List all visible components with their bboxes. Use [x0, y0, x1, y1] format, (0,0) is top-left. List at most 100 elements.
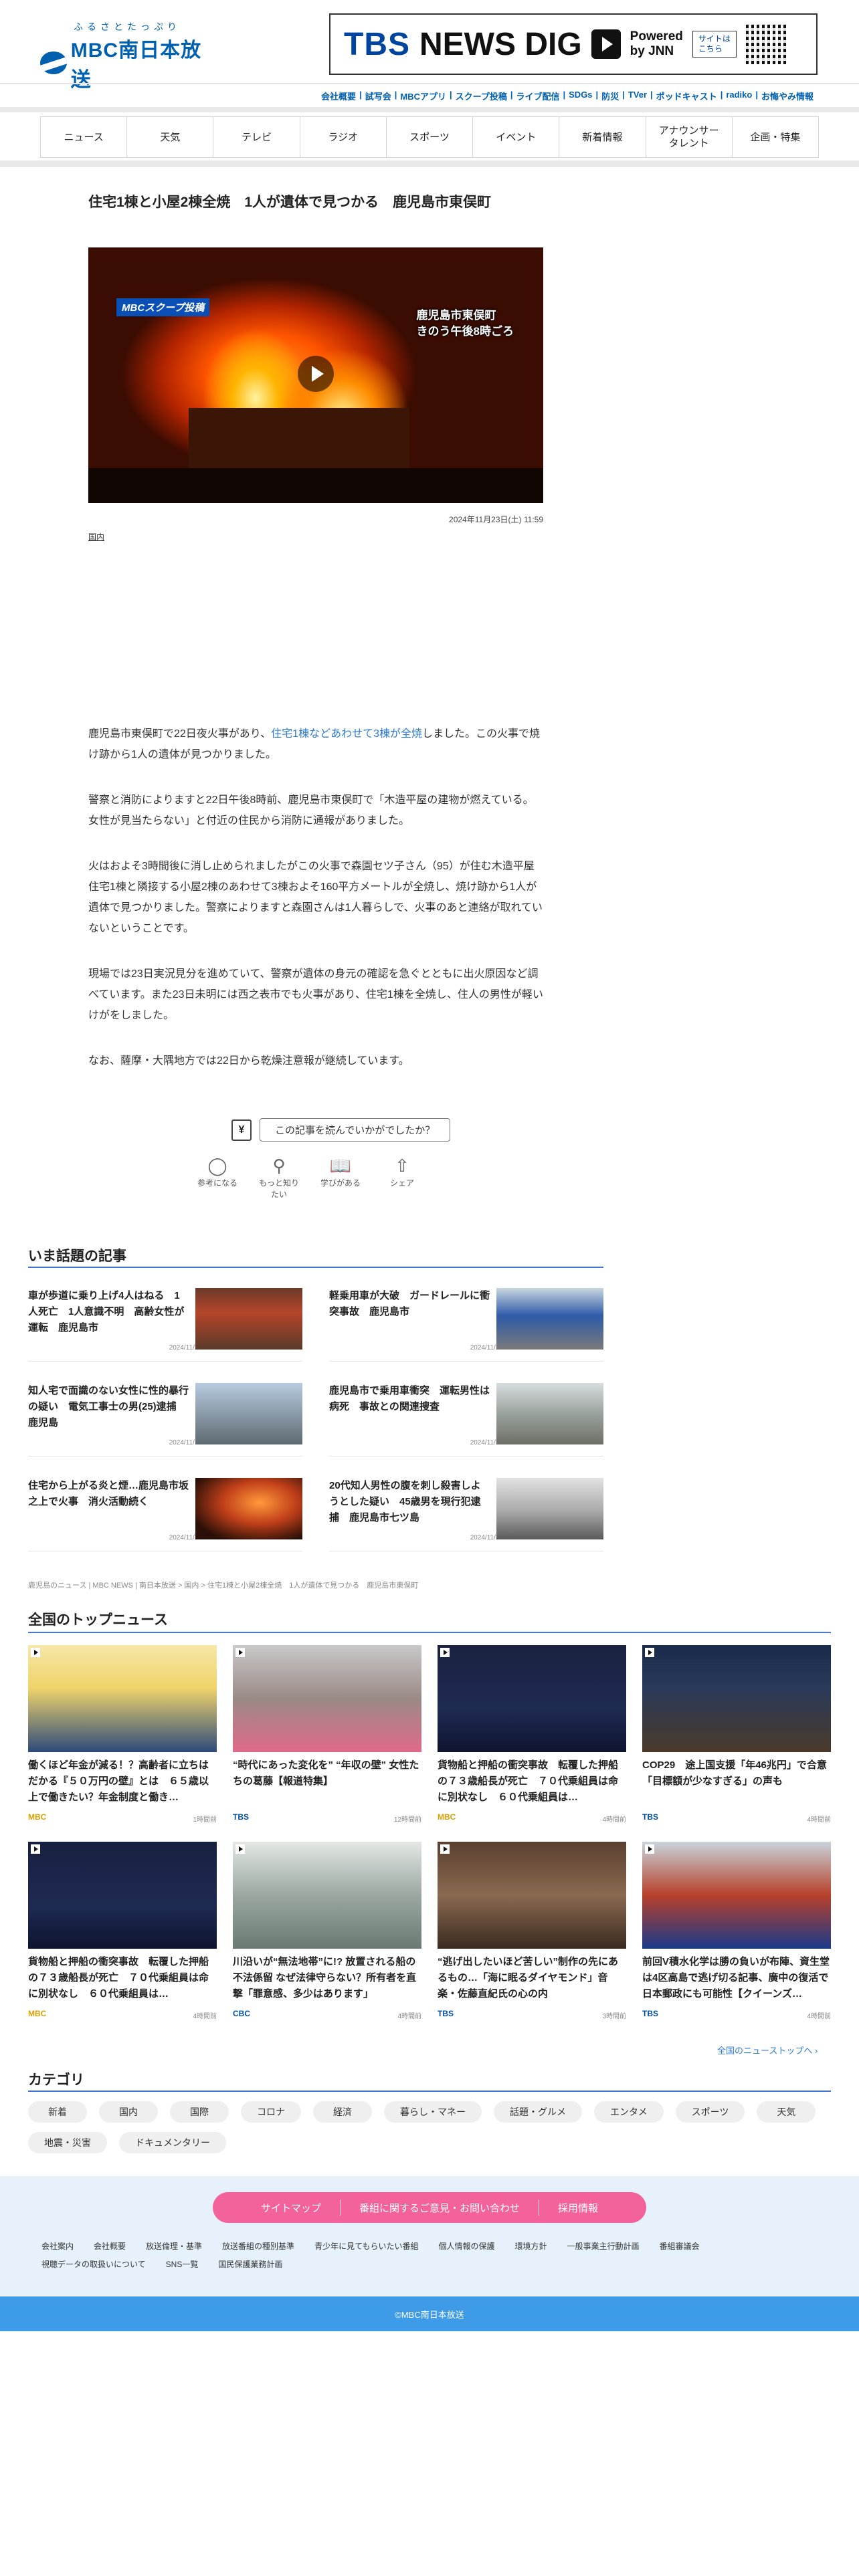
more-national-news-link[interactable]: 全国のニューストップへ › — [717, 2044, 818, 2056]
nav-item[interactable]: 新着情報 — [559, 117, 646, 157]
footer-link[interactable]: 会社概要 — [94, 2240, 126, 2252]
footer-link[interactable]: 番組審議会 — [660, 2240, 700, 2252]
trending-item-date: 2024/11/22 — [470, 1534, 503, 1541]
divider — [0, 107, 859, 112]
footer-link[interactable]: 会社案内 — [41, 2240, 74, 2252]
category-chip[interactable]: エンタメ — [594, 2101, 664, 2123]
category-chip[interactable]: 地震・災害 — [28, 2132, 107, 2153]
news-card[interactable]: 川沿いが“無法地帯”に!? 放置される船の不法係留 なぜ法律守らない？所有者を直… — [233, 1842, 421, 2033]
footer-link[interactable]: 放送倫理・基準 — [146, 2240, 202, 2252]
separator: | — [510, 90, 513, 100]
tbs-news-dig-banner[interactable]: TBS NEWS DIG Powered by JNN サイトは こちら — [329, 13, 818, 75]
sitemap-link[interactable]: サイトマップ — [261, 2201, 321, 2215]
reaction-helpful[interactable]: ◯ 参考になる — [194, 1154, 241, 1200]
paragraph: 現場では23日実況見分を進めていて、警察が遺体の身元の確認を急ぐとともに出火原因… — [88, 968, 543, 1021]
open-book-icon: 📖 — [329, 1156, 352, 1176]
trending-item[interactable]: 軽乗用車が大破 ガードレールに衝突事故 鹿児島市 2024/11/23 — [329, 1281, 603, 1362]
top-link[interactable]: 試写会 — [365, 90, 391, 102]
recruit-link[interactable]: 採用情報 — [558, 2201, 598, 2215]
footer-link[interactable]: 個人情報の保護 — [438, 2240, 494, 2252]
video-location-caption: 鹿児島市東俣町 きのう午後8時ごろ — [416, 309, 514, 338]
category-chip[interactable]: コロナ — [241, 2101, 301, 2123]
reaction-learn[interactable]: 📖 学びがある — [317, 1154, 364, 1200]
footer-link[interactable]: 国民保護業務計画 — [218, 2258, 282, 2270]
news-card[interactable]: 働くほど年金が減る！？高齢者に立ちはだかる『５０万円の壁』とは ６５歳以上で働き… — [28, 1645, 217, 1836]
category-chip[interactable]: 新着 — [28, 2101, 87, 2123]
trending-item-date: 2024/11/21 — [169, 1534, 202, 1541]
top-link[interactable]: SDGs — [569, 90, 592, 102]
feedback: ¥ この記事を読んでいかがでしたか？ — [231, 1118, 451, 1142]
category-chip[interactable]: 経済 — [313, 2101, 372, 2123]
top-link[interactable]: ライブ配信 — [516, 90, 559, 102]
divider — [28, 2090, 831, 2092]
nav-item[interactable]: 天気 — [127, 117, 214, 157]
top-link[interactable]: MBCアプリ — [400, 90, 446, 102]
category-chip[interactable]: 国際 — [170, 2101, 229, 2123]
trending-item-title: 車が歩道に乗り上げ4人はねる 1人死亡 1人意識不明 高齢女性が運転 鹿児島市 — [28, 1290, 185, 1333]
footer-link[interactable]: SNS一覧 — [166, 2258, 199, 2270]
news-card[interactable]: COP29 途上国支援「年46兆円」で合意 「目標額が少なすぎる」の声も TBS… — [642, 1645, 831, 1836]
nav-item[interactable]: 企画・特集 — [733, 117, 818, 157]
separator: | — [622, 90, 625, 100]
inline-link[interactable]: 住宅1棟などあわせて3棟が全焼 — [271, 728, 422, 740]
top-link[interactable]: 会社概要 — [321, 90, 356, 102]
top-link[interactable]: お悔やみ情報 — [761, 90, 814, 102]
divider — [28, 1632, 831, 1633]
footer-link[interactable]: 視聴データの取扱いについて — [41, 2258, 146, 2270]
top-link[interactable]: 防災 — [601, 90, 619, 102]
top-link[interactable]: ポッドキャスト — [656, 90, 717, 102]
video-play-icon[interactable] — [298, 356, 334, 392]
contact-link[interactable]: 番組に関するご意見・お問い合わせ — [359, 2201, 520, 2215]
category-chip[interactable]: 天気 — [757, 2101, 816, 2123]
nav-item[interactable]: ニュース — [41, 117, 128, 157]
trending-item[interactable]: 知人宅で面識のない女性に性的暴行の疑い 電気工事士の男(25)逮捕 鹿児島 20… — [28, 1376, 302, 1457]
trending-item[interactable]: 鹿児島市で乗用車衝突 運転男性は病死 事故との関連捜査 2024/11/21 — [329, 1376, 603, 1457]
nav-item[interactable]: アナウンサー タレント — [646, 117, 733, 157]
footer-link[interactable]: 放送番組の種別基準 — [222, 2240, 294, 2252]
nav-item[interactable]: イベント — [473, 117, 560, 157]
paragraph: 鹿児島市東俣町で22日夜火事があり、住宅1棟などあわせて3棟が全焼しました。この… — [88, 724, 543, 765]
nav-item[interactable]: テレビ — [213, 117, 300, 157]
news-source: TBS — [233, 1812, 249, 1822]
news-card[interactable]: 貨物船と押船の衝突事故 転覆した押船の７３歳船長が死亡 ７０代乗組員は命に別状な… — [28, 1842, 217, 2033]
news-title: “時代にあった変化を” “年収の壁” 女性たちの葛藤【報道特集】 — [233, 1759, 419, 1787]
news-card[interactable]: “逃げ出したいほど苦しい”制作の先にあるもの…「海に眠るダイヤモンド」音楽・佐藤… — [438, 1842, 626, 2033]
news-thumbnail — [642, 1645, 831, 1752]
article-date: 2024年11月23日(土) 11:59 — [449, 515, 543, 524]
top-link[interactable]: radiko — [726, 90, 752, 102]
category-chip[interactable]: スポーツ — [675, 2101, 745, 2123]
top-link[interactable]: TVer — [628, 90, 647, 102]
mbc-logo-mark-icon — [40, 51, 67, 74]
article-video[interactable]: MBCスクープ投稿 鹿児島市東俣町 きのう午後8時ごろ — [88, 247, 543, 503]
category-chip[interactable]: 暮らし・マネー — [384, 2101, 482, 2123]
copyright: ©MBC南日本放送 — [0, 2296, 859, 2331]
news-thumbnail — [642, 1842, 831, 1949]
nav-item[interactable]: ラジオ — [300, 117, 387, 157]
news-card[interactable]: 貨物船と押船の衝突事故 転覆した押船の７３歳船長が死亡 ７０代乗組員は命に別状な… — [438, 1645, 626, 1836]
reactions: ◯ 参考になる ⚲ もっと知りたい 📖 学びがある ⇧ シェア — [194, 1154, 425, 1200]
reaction-share[interactable]: ⇧ シェア — [379, 1154, 425, 1200]
site-logo[interactable]: ふるさとたっぷり MBC南日本放送 — [40, 20, 214, 91]
nav-item[interactable]: スポーツ — [387, 117, 474, 157]
trending-item[interactable]: 車が歩道に乗り上げ4人はねる 1人死亡 1人意識不明 高齢女性が運転 鹿児島市 … — [28, 1281, 302, 1362]
category-chip[interactable]: 国内 — [99, 2101, 158, 2123]
trending-item[interactable]: 住宅から上がる炎と煙…鹿児島市坂之上で火事 消火活動続く 2024/11/21 — [28, 1471, 302, 1551]
news-thumbnail — [233, 1842, 421, 1949]
news-card[interactable]: “時代にあった変化を” “年収の壁” 女性たちの葛藤【報道特集】 TBS 12時… — [233, 1645, 421, 1836]
footer-link[interactable]: 青少年に見てもらいたい番組 — [314, 2240, 418, 2252]
reaction-know-more[interactable]: ⚲ もっと知りたい — [256, 1154, 302, 1200]
lightbulb-icon: ◯ — [207, 1156, 227, 1176]
news-source: MBC — [28, 1812, 47, 1822]
article-title: 住宅1棟と小屋2棟全焼 1人が遺体で見つかる 鹿児島市東俣町 — [88, 195, 492, 210]
category-chip[interactable]: 話題・グルメ — [494, 2101, 582, 2123]
footer-link[interactable]: 環境方針 — [514, 2240, 547, 2252]
news-card[interactable]: 前回V積水化学は勝の負いが布陣、資生堂は4区高島で逃げ切る記事、廣中の復活で日本… — [642, 1842, 831, 2033]
trending-item[interactable]: 20代知人男性の腹を刺し殺害しようとした疑い 45歳男を現行犯逮捕 鹿児島市七ツ… — [329, 1471, 603, 1551]
category-chip[interactable]: ドキュメンタリー — [119, 2132, 226, 2153]
breadcrumb[interactable]: 鹿児島のニュース | MBC NEWS | 南日本放送 > 国内 > 住宅1棟と… — [28, 1580, 418, 1590]
feedback-button[interactable]: この記事を読んでいかがでしたか？ — [260, 1118, 451, 1142]
play-icon — [235, 1844, 245, 1854]
footer-link[interactable]: 一般事業主行動計画 — [567, 2240, 640, 2252]
article-category-link[interactable]: 国内 — [88, 531, 104, 542]
top-link[interactable]: スクープ投稿 — [456, 90, 507, 102]
